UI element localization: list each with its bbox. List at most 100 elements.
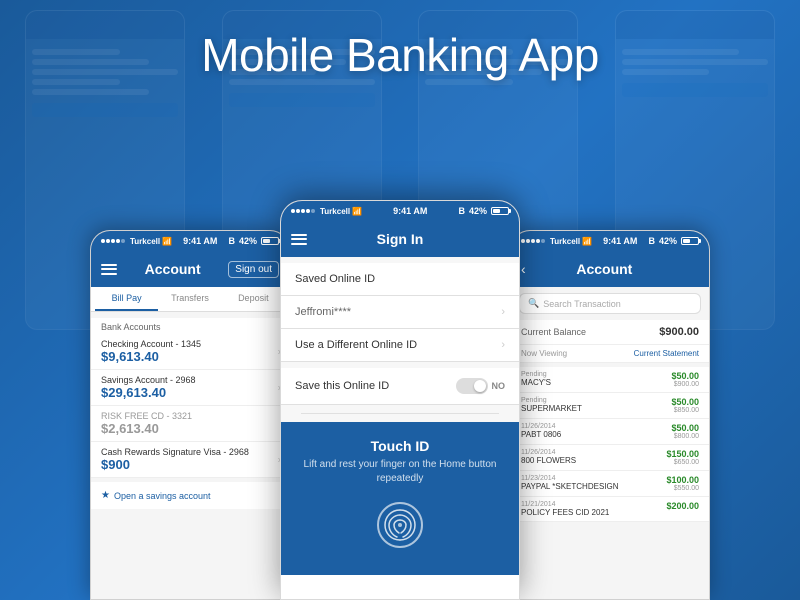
battery-middle bbox=[491, 207, 509, 215]
fingerprint-icon bbox=[375, 500, 425, 550]
navbar-left: Account Sign out bbox=[91, 251, 289, 287]
toggle-thumb bbox=[474, 380, 486, 392]
tx-item-0[interactable]: Pending MACY'S $50.00 $900.00 bbox=[511, 367, 709, 393]
viewing-row: Now Viewing Current Statement bbox=[511, 345, 709, 363]
tx-balance-3: $650.00 bbox=[666, 459, 699, 466]
battery-left bbox=[261, 237, 279, 245]
tx-amount-4: $100.00 bbox=[666, 475, 699, 485]
account-visa[interactable]: Cash Rewards Signature Visa - 2968 $900 … bbox=[91, 442, 289, 478]
tx-balance-0: $900.00 bbox=[671, 381, 699, 388]
bluetooth-left: B bbox=[228, 236, 235, 246]
status-bar-left: Turkcell 📶 9:41 AM B 42% bbox=[91, 231, 289, 251]
battery-right bbox=[681, 237, 699, 245]
tx-balance-1: $850.00 bbox=[671, 407, 699, 414]
carrier-right: Turkcell bbox=[550, 237, 580, 246]
save-id-label: Save this Online ID bbox=[295, 380, 389, 392]
carrier-left: Turkcell bbox=[130, 237, 160, 246]
tx-item-1[interactable]: Pending SUPERMARKET $50.00 $850.00 bbox=[511, 393, 709, 419]
tx-amount-5: $200.00 bbox=[666, 501, 699, 511]
savings-cta[interactable]: ★ Open a savings account bbox=[91, 482, 289, 509]
saved-id-value-row[interactable]: Jeffromi**** › bbox=[281, 296, 519, 329]
separator bbox=[301, 413, 499, 414]
tx-item-5[interactable]: 11/21/2014 POLICY FEES CID 2021 $200.00 bbox=[511, 497, 709, 522]
balance-amount: $900.00 bbox=[659, 326, 699, 338]
tx-status-0: Pending bbox=[521, 371, 671, 378]
phone-left: Turkcell 📶 9:41 AM B 42% Account Sign ou… bbox=[90, 230, 290, 600]
time-right: 9:41 AM bbox=[603, 236, 637, 246]
navbar-title-right: Account bbox=[576, 261, 632, 277]
account-checking[interactable]: Checking Account - 1345 $9,613.40 › bbox=[91, 334, 289, 370]
account-savings[interactable]: Savings Account - 2968 $29,613.40 › bbox=[91, 370, 289, 406]
bluetooth-middle: B bbox=[458, 206, 465, 216]
navbar-right: ‹ Account bbox=[511, 251, 709, 287]
tx-name-5: POLICY FEES CID 2021 bbox=[521, 508, 666, 517]
tab-deposit[interactable]: Deposit bbox=[222, 287, 285, 311]
tx-item-4[interactable]: 11/23/2014 PAYPAL *SKETCHDESIGN $100.00 … bbox=[511, 471, 709, 497]
status-bar-right: Turkcell 📶 9:41 AM B 42% bbox=[511, 231, 709, 251]
cd-name: RISK FREE CD - 3321 bbox=[101, 411, 279, 421]
save-id-toggle[interactable]: NO bbox=[456, 378, 506, 394]
tx-status-1: Pending bbox=[521, 397, 671, 404]
saved-id-row: Saved Online ID bbox=[281, 263, 519, 296]
bluetooth-right: B bbox=[648, 236, 655, 246]
wifi-icon-middle: 📶 bbox=[352, 207, 362, 216]
signout-button[interactable]: Sign out bbox=[228, 261, 279, 278]
tx-name-0: MACY'S bbox=[521, 378, 671, 387]
touchid-subtitle: Lift and rest your finger on the Home bu… bbox=[295, 458, 505, 486]
savings-balance: $29,613.40 bbox=[101, 385, 279, 400]
navbar-title-middle: Sign In bbox=[377, 231, 424, 247]
battery-pct-right: 42% bbox=[659, 236, 677, 246]
tx-item-2[interactable]: 11/26/2014 PABT 0806 $50.00 $800.00 bbox=[511, 419, 709, 445]
different-id-row[interactable]: Use a Different Online ID › bbox=[281, 329, 519, 362]
checking-name: Checking Account - 1345 bbox=[101, 339, 279, 349]
wifi-icon-left: 📶 bbox=[162, 237, 172, 246]
different-id-label: Use a Different Online ID bbox=[295, 339, 417, 351]
savings-cta-text: Open a savings account bbox=[114, 491, 211, 501]
back-arrow-right[interactable]: ‹ bbox=[521, 261, 526, 277]
tx-balance-4: $550.00 bbox=[666, 485, 699, 492]
phone-right: Turkcell 📶 9:41 AM B 42% ‹ Account 🔍 Sea… bbox=[510, 230, 710, 600]
battery-pct-left: 42% bbox=[239, 236, 257, 246]
balance-row: Current Balance $900.00 bbox=[511, 320, 709, 345]
viewing-value: Current Statement bbox=[634, 349, 699, 358]
tx-status-2: 11/26/2014 bbox=[521, 423, 671, 430]
phone-middle: Turkcell 📶 9:41 AM B 42% Sign In bbox=[280, 200, 520, 600]
status-bar-middle: Turkcell 📶 9:41 AM B 42% bbox=[281, 201, 519, 221]
saved-id-label: Saved Online ID bbox=[295, 273, 375, 285]
time-left: 9:41 AM bbox=[183, 236, 217, 246]
tx-name-4: PAYPAL *SKETCHDESIGN bbox=[521, 482, 666, 491]
phone-tabs-left: Bill Pay Transfers Deposit bbox=[91, 287, 289, 312]
search-bar[interactable]: 🔍 Search Transaction bbox=[519, 293, 701, 314]
tx-name-1: SUPERMARKET bbox=[521, 404, 671, 413]
balance-label: Current Balance bbox=[521, 327, 586, 337]
time-middle: 9:41 AM bbox=[393, 206, 427, 216]
tx-status-3: 11/26/2014 bbox=[521, 449, 666, 456]
saved-id-value: Jeffromi**** bbox=[295, 306, 351, 318]
search-icon: 🔍 bbox=[528, 298, 539, 309]
savings-name: Savings Account - 2968 bbox=[101, 375, 279, 385]
bank-accounts-title: Bank Accounts bbox=[91, 318, 289, 334]
touchid-title: Touch ID bbox=[295, 438, 505, 454]
main-title: Mobile Banking App bbox=[0, 28, 800, 82]
hamburger-left[interactable] bbox=[101, 264, 117, 275]
tx-status-5: 11/21/2014 bbox=[521, 501, 666, 508]
tx-item-3[interactable]: 11/26/2014 800 FLOWERS $150.00 $650.00 bbox=[511, 445, 709, 471]
tx-amount-0: $50.00 bbox=[671, 371, 699, 381]
phones-container: Turkcell 📶 9:41 AM B 42% Account Sign ou… bbox=[0, 200, 800, 600]
app-title: Mobile Banking App bbox=[0, 28, 800, 82]
save-id-row: Save this Online ID NO bbox=[281, 368, 519, 405]
account-cd[interactable]: RISK FREE CD - 3321 $2,613.40 bbox=[91, 406, 289, 442]
checking-balance: $9,613.40 bbox=[101, 349, 279, 364]
cd-balance: $2,613.40 bbox=[101, 421, 279, 436]
toggle-no-label: NO bbox=[492, 381, 506, 391]
wifi-icon-right: 📶 bbox=[582, 237, 592, 246]
navbar-title-left: Account bbox=[145, 261, 201, 277]
hamburger-middle[interactable] bbox=[291, 234, 307, 245]
tx-amount-3: $150.00 bbox=[666, 449, 699, 459]
tab-billpay[interactable]: Bill Pay bbox=[95, 287, 158, 311]
tx-status-4: 11/23/2014 bbox=[521, 475, 666, 482]
tab-transfers[interactable]: Transfers bbox=[158, 287, 221, 311]
account-list: Bank Accounts Checking Account - 1345 $9… bbox=[91, 318, 289, 478]
signin-body: Saved Online ID Jeffromi**** › Use a Dif… bbox=[281, 257, 519, 575]
chevron-saved-id: › bbox=[501, 306, 505, 318]
